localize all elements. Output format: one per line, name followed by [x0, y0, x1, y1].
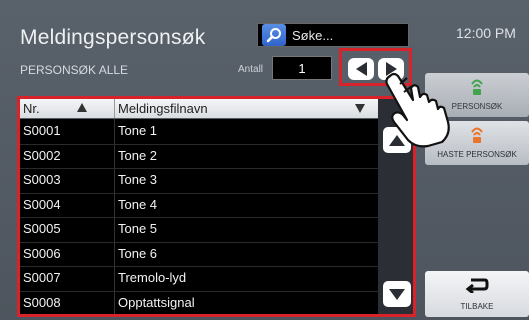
previous-page-button[interactable] [348, 58, 374, 80]
search-placeholder: Søke... [292, 27, 334, 43]
broadcast-icon [471, 79, 483, 95]
back-button-label: TILBAKE [460, 302, 494, 311]
pointing-hand-icon [385, 72, 450, 148]
urgent-broadcast-icon [471, 127, 483, 143]
page-subtitle: PERSONSØK ALLE [20, 63, 129, 77]
urgent-page-button-label: HASTE PERSONSØK [437, 150, 517, 159]
arrow-left-icon [355, 62, 367, 76]
search-field[interactable]: Søke... [257, 23, 409, 47]
clock: 12:00 PM [456, 25, 516, 41]
back-button[interactable]: TILBAKE [425, 271, 529, 317]
count-label: Antall [238, 64, 264, 75]
count-field[interactable]: 1 [272, 56, 332, 80]
list-highlight [17, 96, 416, 317]
page-title: Meldingspersonsøk [20, 26, 206, 49]
return-arrow-icon [465, 278, 489, 293]
search-icon[interactable] [262, 24, 286, 46]
screen: Meldingspersonsøk PERSONSØK ALLE Søke...… [0, 0, 529, 320]
